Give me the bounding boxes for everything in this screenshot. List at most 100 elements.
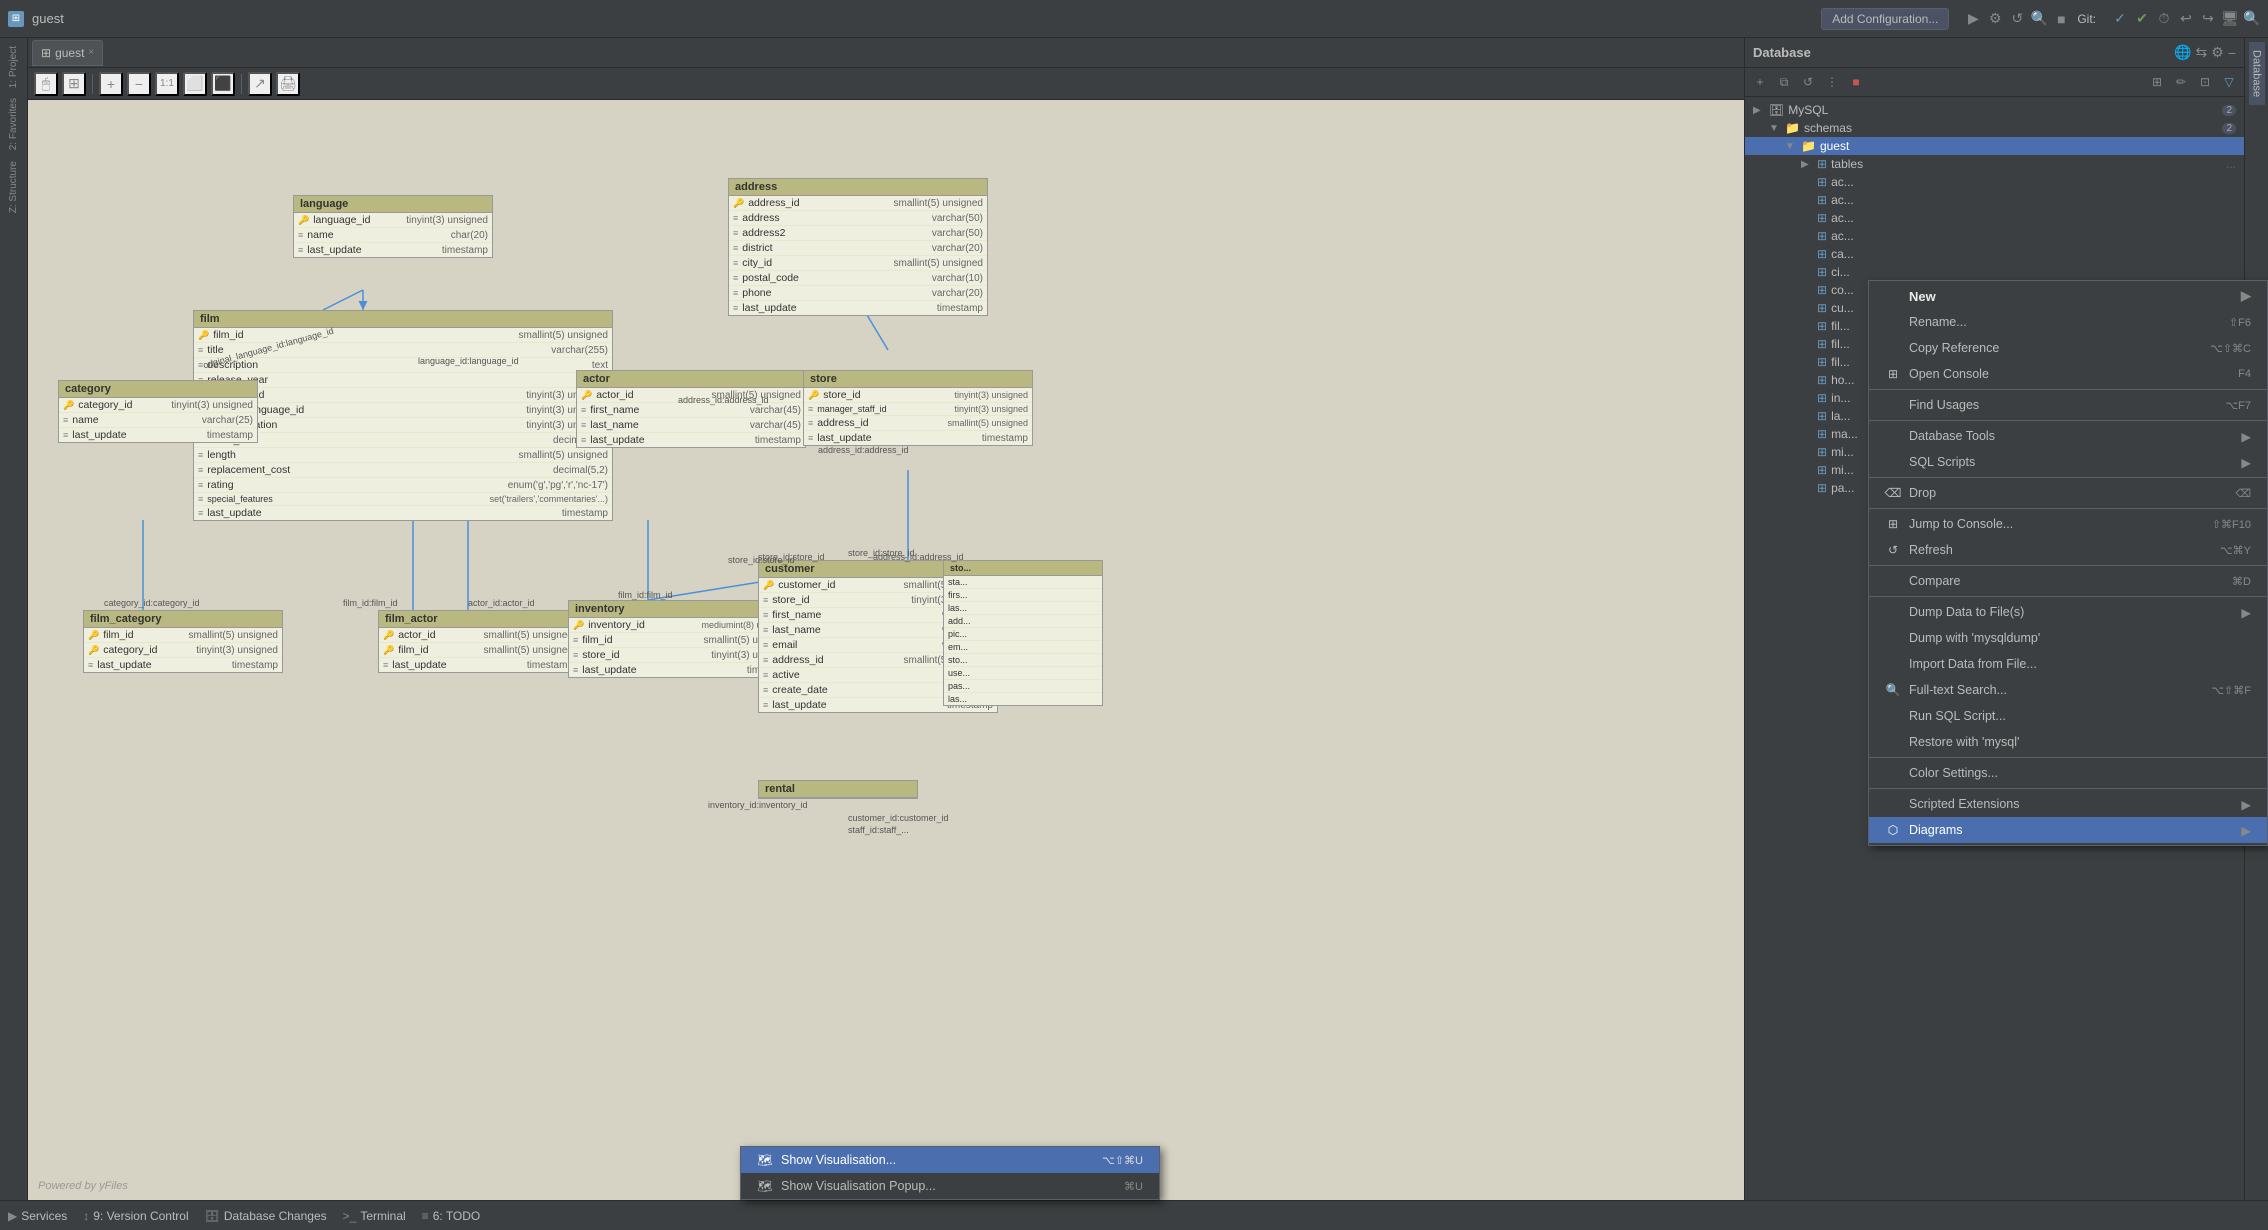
git-monitor-icon[interactable]: 🖥	[2222, 11, 2238, 27]
fit-button[interactable]: ⬜	[183, 72, 207, 96]
bottom-services[interactable]: ▶ Services	[8, 1209, 67, 1223]
tree-item-tables[interactable]: ▶ ⊞ tables ...	[1745, 155, 2244, 173]
tree-item-ci[interactable]: ⊞ ci...	[1745, 263, 2244, 281]
tree-item-ac4[interactable]: ⊞ ac...	[1745, 227, 2244, 245]
menu-drop-label: Drop	[1909, 486, 1936, 500]
panel-edit-icon[interactable]: ✏	[2170, 71, 2192, 93]
menu-item-scripted-ext[interactable]: Scripted Extensions ▶	[1869, 791, 2267, 817]
tree-item-mysql[interactable]: ▶ 🗄 MySQL 2	[1745, 101, 2244, 119]
menu-item-jump-console[interactable]: ⊞ Jump to Console... ⇧⌘F10	[1869, 511, 2267, 537]
tree-item-ac3[interactable]: ⊞ ac...	[1745, 209, 2244, 227]
panel-copy-button[interactable]: ⧉	[1773, 71, 1795, 93]
panel-split-icon[interactable]: ⇆	[2196, 44, 2208, 61]
main-layout: 1: Project 2: Favorites Z: Structure ⊞ g…	[0, 38, 2268, 1200]
menu-item-sql-scripts[interactable]: SQL Scripts ▶	[1869, 449, 2267, 475]
zoom-out-button[interactable]: −	[127, 72, 151, 96]
panel-console-icon[interactable]: ⊡	[2194, 71, 2216, 93]
search2-icon[interactable]: 🔍	[2031, 11, 2047, 27]
tab-guest[interactable]: ⊞ guest ×	[32, 40, 103, 66]
git-check-icon[interactable]: ✓	[2112, 11, 2128, 27]
panel-filter-icon[interactable]: ▽	[2218, 71, 2240, 93]
build-icon[interactable]: ⚙	[1987, 11, 2003, 27]
table-actor-header: actor	[577, 371, 805, 388]
menu-item-compare[interactable]: Compare ⌘D	[1869, 568, 2267, 594]
tree-item-ca[interactable]: ⊞ ca...	[1745, 245, 2244, 263]
bottom-db-changes[interactable]: 🗄 Database Changes	[205, 1209, 327, 1223]
add-config-button[interactable]: Add Configuration...	[1821, 8, 1949, 30]
stop-icon[interactable]: ■	[2053, 11, 2069, 27]
menu-item-color-settings[interactable]: Color Settings...	[1869, 760, 2267, 786]
print-button[interactable]: 🖨	[276, 72, 300, 96]
panel-stop-button[interactable]: ■	[1845, 71, 1867, 93]
expand-button[interactable]: ↗	[248, 72, 272, 96]
tables-icon: ⊞	[1817, 157, 1827, 171]
panel-table-icon[interactable]: ⊞	[2146, 71, 2168, 93]
panel-add-button[interactable]: +	[1749, 71, 1771, 93]
panel-settings-icon[interactable]: ⚙	[2211, 44, 2224, 61]
show-vis-icon: 🗺	[757, 1152, 773, 1168]
reload-icon[interactable]: ↺	[2009, 11, 2025, 27]
menu-item-refresh[interactable]: ↺ Refresh ⌥⌘Y	[1869, 537, 2267, 563]
table-language: language 🔑language_idtinyint(3) unsigned…	[293, 195, 493, 258]
table-la-icon: ⊞	[1817, 409, 1827, 423]
zoom-in-button[interactable]: +	[99, 72, 123, 96]
git-search-icon[interactable]: 🔍	[2244, 11, 2260, 27]
structure-tab[interactable]: Z: Structure	[6, 157, 21, 217]
menu-item-drop[interactable]: ⌫ Drop ⌫	[1869, 480, 2267, 506]
project-tab[interactable]: 1: Project	[6, 42, 21, 92]
bottom-terminal[interactable]: >_ Terminal	[343, 1209, 406, 1223]
tree-item-guest[interactable]: ▼ 📁 guest	[1745, 137, 2244, 155]
zoom-tool-button[interactable]: ⬛	[211, 72, 235, 96]
panel-refresh-button[interactable]: ↺	[1797, 71, 1819, 93]
menu-item-full-text[interactable]: 🔍 Full-text Search... ⌥⇧⌘F	[1869, 677, 2267, 703]
menu-item-restore-mysql[interactable]: Restore with 'mysql'	[1869, 729, 2267, 755]
tab-close-button[interactable]: ×	[88, 47, 94, 58]
table-row: 🔑store_idtinyint(3) unsigned	[804, 388, 1032, 403]
panel-more-button[interactable]: ⋮	[1821, 71, 1843, 93]
table-row: ≡namevarchar(25)	[59, 413, 257, 428]
menu-item-rename[interactable]: Rename... ⇧F6	[1869, 309, 2267, 335]
table-row: use...	[944, 667, 1102, 680]
select-tool-button[interactable]: 🖱	[34, 72, 58, 96]
menu-item-dump-mysql[interactable]: Dump with 'mysqldump'	[1869, 625, 2267, 651]
menu-item-import-file[interactable]: Import Data from File...	[1869, 651, 2267, 677]
sub-menu-show-vis-popup[interactable]: 🗺 Show Visualisation Popup... ⌘U	[741, 1173, 1159, 1199]
find-usages-icon	[1885, 397, 1901, 413]
menu-item-new[interactable]: New ▶	[1869, 283, 2267, 309]
compare-icon	[1885, 573, 1901, 589]
menu-item-open-console[interactable]: ⊞ Open Console F4	[1869, 361, 2267, 387]
actual-size-button[interactable]: 1:1	[155, 72, 179, 96]
table-ac3-icon: ⊞	[1817, 211, 1827, 225]
db-tools-icon	[1885, 428, 1901, 444]
table-pa-icon: ⊞	[1817, 481, 1827, 495]
tree-item-schemas[interactable]: ▼ 📁 schemas 2	[1745, 119, 2244, 137]
menu-item-find-usages[interactable]: Find Usages ⌥F7	[1869, 392, 2267, 418]
menu-item-copy-ref[interactable]: Copy Reference ⌥⇧⌘C	[1869, 335, 2267, 361]
git-undo-icon[interactable]: ↩	[2178, 11, 2194, 27]
table-row: ≡last_updatetimestamp	[194, 506, 612, 520]
panel-minimize-icon[interactable]: −	[2228, 45, 2236, 61]
tab-bar: ⊞ guest ×	[28, 38, 1744, 68]
tree-item-ac1[interactable]: ⊞ ac...	[1745, 173, 2244, 191]
sub-menu-show-vis[interactable]: 🗺 Show Visualisation... ⌥⇧⌘U	[741, 1147, 1159, 1173]
color-settings-icon	[1885, 765, 1901, 781]
git-tick-icon[interactable]: ✔	[2134, 11, 2150, 27]
favorites-tab[interactable]: 2: Favorites	[6, 94, 21, 154]
database-strip-label[interactable]: Database	[2249, 42, 2265, 105]
git-history-icon[interactable]: ⏱	[2156, 11, 2172, 27]
bottom-todo[interactable]: ≡ 6: TODO	[422, 1209, 481, 1223]
grid-tool-button[interactable]: ⊞	[62, 72, 86, 96]
menu-item-diagrams[interactable]: ⬡ Diagrams ▶	[1869, 817, 2267, 843]
menu-item-db-tools[interactable]: Database Tools ▶	[1869, 423, 2267, 449]
table-ac1-icon: ⊞	[1817, 175, 1827, 189]
terminal-label: Terminal	[360, 1209, 405, 1223]
run-icon[interactable]: ▶	[1965, 11, 1981, 27]
menu-item-run-sql[interactable]: Run SQL Script...	[1869, 703, 2267, 729]
menu-item-dump-file[interactable]: Dump Data to File(s) ▶	[1869, 599, 2267, 625]
git-redo-icon[interactable]: ↪	[2200, 11, 2216, 27]
table-rental: rental	[758, 780, 918, 799]
diagram-canvas[interactable]: language 🔑language_idtinyint(3) unsigned…	[28, 100, 1744, 1200]
tree-item-ac2[interactable]: ⊞ ac...	[1745, 191, 2244, 209]
panel-globe-icon[interactable]: 🌐	[2174, 44, 2191, 61]
bottom-version-control[interactable]: ↕ 9: Version Control	[83, 1209, 188, 1223]
